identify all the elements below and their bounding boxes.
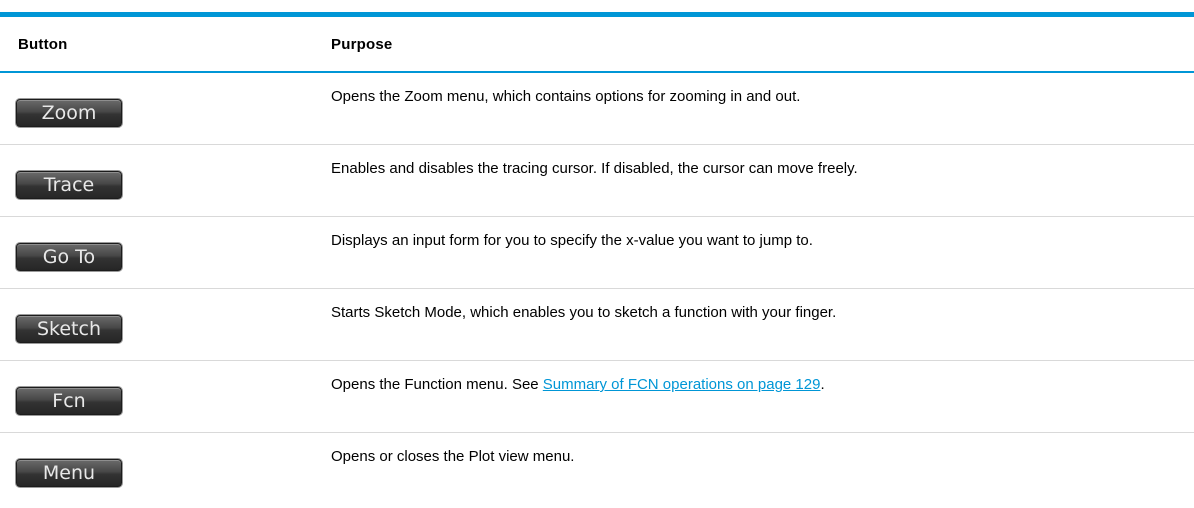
- summary-of-fcn-operations-link[interactable]: Summary of FCN operations on page 129: [543, 376, 821, 393]
- fcn-button[interactable]: Fcn: [16, 387, 122, 415]
- purpose-text: Opens or closes the Plot view menu.: [331, 448, 575, 465]
- purpose-text: Enables and disables the tracing cursor.…: [331, 160, 858, 177]
- purpose-prefix: Opens the Function menu. See: [331, 376, 543, 393]
- column-header-button: Button: [18, 36, 68, 53]
- button-purpose-table: Button Purpose Zoom Opens the Zoom menu,…: [0, 0, 1194, 508]
- purpose-text: Opens the Zoom menu, which contains opti…: [331, 88, 801, 105]
- purpose-text: Displays an input form for you to specif…: [331, 232, 813, 249]
- column-header-purpose: Purpose: [331, 36, 393, 53]
- go-to-button[interactable]: Go To: [16, 243, 122, 271]
- table-row: Sketch Starts Sketch Mode, which enables…: [0, 289, 1194, 361]
- purpose-text: Starts Sketch Mode, which enables you to…: [331, 304, 837, 321]
- table-row: Go To Displays an input form for you to …: [0, 217, 1194, 289]
- purpose-suffix: .: [820, 376, 825, 393]
- zoom-button[interactable]: Zoom: [16, 99, 122, 127]
- menu-button[interactable]: Menu: [16, 459, 122, 487]
- table-header-row: Button Purpose: [0, 17, 1194, 73]
- table-row: Menu Opens or closes the Plot view menu.: [0, 433, 1194, 505]
- table-row: Fcn Opens the Function menu. See Summary…: [0, 361, 1194, 433]
- sketch-button[interactable]: Sketch: [16, 315, 122, 343]
- trace-button[interactable]: Trace: [16, 171, 122, 199]
- table-row: Zoom Opens the Zoom menu, which contains…: [0, 73, 1194, 145]
- purpose-text: Opens the Function menu. See Summary of …: [331, 375, 825, 395]
- table-row: Trace Enables and disables the tracing c…: [0, 145, 1194, 217]
